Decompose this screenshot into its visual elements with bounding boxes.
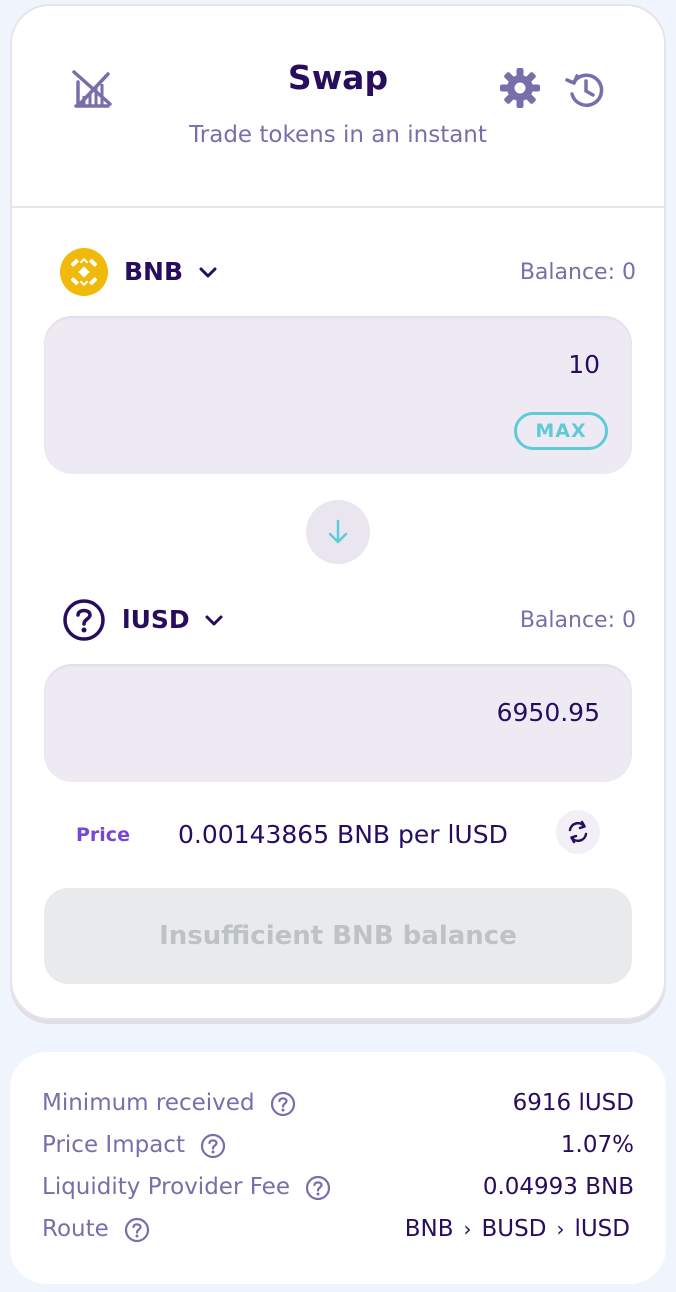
invert-price-button[interactable] <box>556 810 600 854</box>
to-token-symbol: lUSD <box>122 605 190 634</box>
help-icon[interactable] <box>200 1133 226 1159</box>
insufficient-balance-button[interactable]: Insufficient BNB balance <box>44 888 632 984</box>
from-amount-value[interactable]: 10 <box>568 350 600 379</box>
unknown-token-help-icon[interactable] <box>62 598 106 642</box>
detail-row-liquidity-fee: Liquidity Provider Fee 0.04993 BNB <box>42 1172 634 1206</box>
gear-icon[interactable] <box>498 66 542 110</box>
from-token-symbol: BNB <box>124 257 184 286</box>
chevron-down-icon <box>205 615 223 626</box>
detail-row-minimum-received: Minimum received 6916 lUSD <box>42 1088 634 1122</box>
bnb-logo-icon[interactable] <box>60 248 108 296</box>
arrow-down-icon <box>328 519 348 544</box>
from-token-row: BNB Balance: 0 <box>60 246 636 298</box>
swap-details-panel: Minimum received 6916 lUSD Price Impact … <box>10 1052 666 1284</box>
page-subtitle: Trade tokens in an instant <box>189 122 487 148</box>
detail-label: Route <box>42 1216 109 1242</box>
to-token-selector[interactable]: lUSD <box>122 605 224 634</box>
to-token-row: lUSD Balance: 0 <box>60 594 636 646</box>
detail-row-route: Route BNB › BUSD › lUSD <box>42 1214 634 1248</box>
from-balance: Balance: 0 <box>519 260 636 285</box>
to-amount-value[interactable]: 6950.95 <box>497 698 600 727</box>
detail-value: 6916 lUSD <box>512 1090 634 1116</box>
chevron-down-icon <box>199 267 217 278</box>
switch-tokens-button[interactable] <box>306 500 370 564</box>
detail-value: 1.07% <box>560 1132 634 1158</box>
route-separator: › <box>463 1217 472 1241</box>
route-token: BUSD <box>481 1216 547 1242</box>
swap-card: Swap Trade tokens in an instant BNB Bala… <box>10 4 666 1020</box>
refresh-icon <box>568 820 588 844</box>
price-label: Price <box>76 824 130 846</box>
price-value: 0.00143865 BNB per lUSD <box>178 820 508 849</box>
to-amount-input[interactable]: 6950.95 <box>44 664 632 782</box>
detail-label: Minimum received <box>42 1090 255 1116</box>
detail-value: 0.04993 BNB <box>482 1174 634 1200</box>
from-amount-input[interactable]: 10 MAX <box>44 316 632 474</box>
route-token: BNB <box>404 1216 454 1242</box>
help-icon[interactable] <box>124 1217 150 1243</box>
from-token-selector[interactable]: BNB <box>124 257 218 286</box>
detail-label: Liquidity Provider Fee <box>42 1174 290 1200</box>
detail-row-price-impact: Price Impact 1.07% <box>42 1130 634 1164</box>
route-token: lUSD <box>574 1216 630 1242</box>
to-balance: Balance: 0 <box>519 608 636 633</box>
detail-label: Price Impact <box>42 1132 185 1158</box>
help-icon[interactable] <box>305 1175 331 1201</box>
history-icon[interactable] <box>564 68 608 112</box>
route-separator: › <box>556 1217 565 1241</box>
max-button[interactable]: MAX <box>514 412 608 450</box>
route-path: BNB › BUSD › lUSD <box>405 1216 630 1242</box>
swap-header: Swap Trade tokens in an instant <box>12 6 664 208</box>
help-icon[interactable] <box>270 1091 296 1117</box>
